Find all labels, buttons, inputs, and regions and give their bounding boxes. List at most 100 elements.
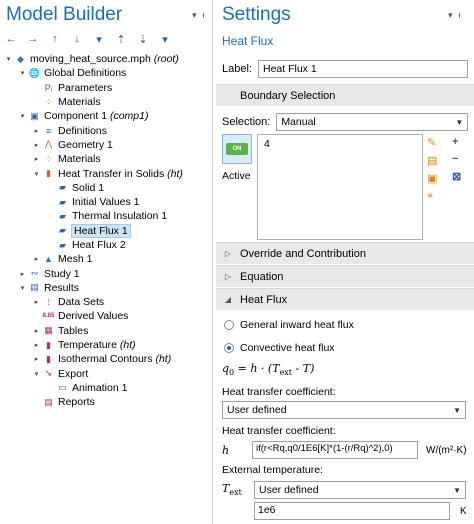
tree-item[interactable]: ▰ Heat Flux 2 [0,238,213,252]
tree-item[interactable]: ▰ Thermal Insulation 1 [0,209,213,223]
more-menu-icon[interactable]: ▾ [158,32,172,46]
tree-item-label: Study 1 [44,268,80,280]
tree-item[interactable]: ▾ ▣ Component 1 (comp1) [0,109,213,123]
tree-item[interactable]: ▾ ◆ moving_heat_source.mph (root) [0,52,213,66]
ext-temp-value-row: 1e6 K [254,502,467,520]
expand-arrow-icon[interactable]: ▸ [18,270,27,278]
copy-selection-icon[interactable]: ▤ [427,154,437,167]
tree-item-tag: (comp1) [107,110,149,123]
tree-item[interactable]: ▰ Initial Values 1 [0,195,213,209]
tree-item[interactable]: Pᵢ Parameters [0,81,213,95]
add-icon[interactable]: + [452,136,461,148]
radio-general-inward[interactable]: General inward heat flux [224,319,354,331]
collapse-arrow-icon[interactable]: ▾ [32,370,41,378]
tree-item[interactable]: ▾ 🌐 Global Definitions [0,66,213,80]
collapse-arrow-icon[interactable]: ▾ [18,284,27,292]
htc-caption: Heat transfer coefficient: [222,386,336,398]
create-selection-icon[interactable]: ⊠ [452,170,461,183]
tree-item[interactable]: ▾ ➘ Export [0,367,213,381]
active-toggle-button[interactable]: ON [222,134,252,164]
expand-arrow-icon[interactable]: ▸ [32,127,41,135]
tree-item-text: Temperature [58,339,117,352]
tree-item[interactable]: ▰ Solid 1 [0,181,213,195]
close-icon[interactable]: ᵻ [459,10,461,21]
list-item[interactable]: 4 [264,138,416,150]
model-builder-header-controls: ▾ ᵻ [192,10,205,21]
up-icon[interactable]: ↑ [48,32,62,46]
formula-rhs-end: - T) [292,362,315,375]
tree-item[interactable]: ▤ Reports [0,395,213,409]
section-equation[interactable]: ▷ Equation [216,265,474,287]
tree-item-label: Export [58,368,88,380]
ext-temp-field[interactable]: 1e6 [254,502,450,520]
tree-item[interactable]: ▸ ▮ Isothermal Contours (ht) [0,352,213,366]
expand-arrow-icon[interactable]: ▸ [32,141,41,149]
boundary-list[interactable]: 4 [257,134,423,240]
tree-item[interactable]: 8.85 Derived Values [0,309,213,323]
tree-item[interactable]: ▾ ▤ Results [0,281,213,295]
ext-temp-caption: External temperature: [222,464,323,476]
tree-item[interactable]: ▸ ⋀ Geometry 1 [0,138,213,152]
collapse-arrow-icon[interactable]: ▾ [18,112,27,120]
tree-item-text: Export [58,367,89,380]
expand-arrow-icon[interactable]: ▸ [32,298,41,306]
tree-item[interactable]: ▾ ▮ Heat Transfer in Solids (ht) [0,166,213,180]
collapse-arrow-icon[interactable]: ▾ [32,170,41,178]
tree-item[interactable]: ▭ Animation 1 [0,381,213,395]
down-icon[interactable]: ↓ [70,32,84,46]
tree-item[interactable]: ▸ ∾ Study 1 [0,266,213,280]
htc-expression-field[interactable]: if(r<Rq,q0/1E6[K]*(1-(r/Rq)^2),0) [252,441,418,459]
tree-item[interactable]: ▰ Heat Flux 1 [0,223,213,238]
tree-item[interactable]: ▸ ⁞ Data Sets [0,295,213,309]
tree-item-label: Results [44,282,79,294]
tree-item[interactable]: ▸ ▦ Tables [0,324,213,338]
label-field[interactable] [257,60,468,78]
view-menu-icon[interactable]: ▾ [92,32,106,46]
tree-item[interactable]: ▸ ≡ Definitions [0,123,213,137]
expand-arrow-icon[interactable]: ▸ [32,355,41,363]
tree-item-text: Data Sets [58,296,105,309]
settings-title: Settings [222,4,291,25]
expand-all-icon[interactable]: ⇡ [114,32,128,46]
radio-convective[interactable]: Convective heat flux [224,342,335,354]
mph-file-icon: ◆ [17,53,24,64]
tree-item[interactable]: ▸ ▲ Mesh 1 [0,252,213,266]
initial-values-icon: ▰ [59,196,66,207]
tree-item-label: Solid 1 [72,182,104,194]
tree-item-text: Isothermal Contours [58,353,153,366]
collapse-arrow-icon[interactable]: ▾ [4,55,13,63]
clear-selection-icon[interactable]: ▣ [427,172,437,185]
temperature-plot-icon: ▮ [46,339,51,350]
expand-arrow-icon[interactable]: ▸ [32,341,41,349]
tree-item[interactable]: ▸ ⁘ Materials [0,152,213,166]
radio-button[interactable] [224,343,234,353]
formula-rhs-sub: ext [279,368,293,378]
section-override-contribution[interactable]: ▷ Override and Contribution [216,242,474,264]
expand-arrow-icon[interactable]: ▸ [32,327,41,335]
settings-header: Settings [216,0,474,30]
section-heat-flux[interactable]: ◢ Heat Flux [216,288,474,310]
collapse-arrow-icon[interactable]: ▾ [18,69,27,77]
back-icon[interactable]: ← [4,32,18,46]
zoom-selection-icon[interactable]: ⌖ [427,190,437,203]
forward-icon[interactable]: → [26,32,40,46]
pin-icon[interactable]: ▾ [448,10,453,21]
htc-dropdown[interactable]: User defined ▼ [222,401,466,419]
collapse-all-icon[interactable]: ⇣ [136,32,150,46]
settings-panel: Settings ▾ ᵻ Heat Flux Label: ▾ Boundary… [216,0,474,524]
tree-item-label: Definitions [58,125,107,137]
paste-selection-icon[interactable]: ✎ [427,136,437,149]
ext-temp-dropdown[interactable]: User defined ▼ [254,481,466,499]
selection-dropdown[interactable]: Manual ▼ [276,113,469,131]
remove-icon[interactable]: − [452,153,461,165]
expand-arrow-icon[interactable]: ▸ [32,155,41,163]
close-icon[interactable]: ᵻ [203,10,205,21]
tree-item[interactable]: ▸ ▮ Temperature (ht) [0,338,213,352]
expand-arrow-icon[interactable]: ▸ [32,255,41,263]
pin-icon[interactable]: ▾ [192,10,197,21]
tree-item-label: Data Sets [58,296,104,308]
tree-item[interactable]: ⁘ Materials [0,95,213,109]
radio-button[interactable] [224,320,234,330]
tree-item-text: Reports [58,396,95,409]
section-boundary-selection[interactable]: ▾ Boundary Selection [216,84,474,106]
